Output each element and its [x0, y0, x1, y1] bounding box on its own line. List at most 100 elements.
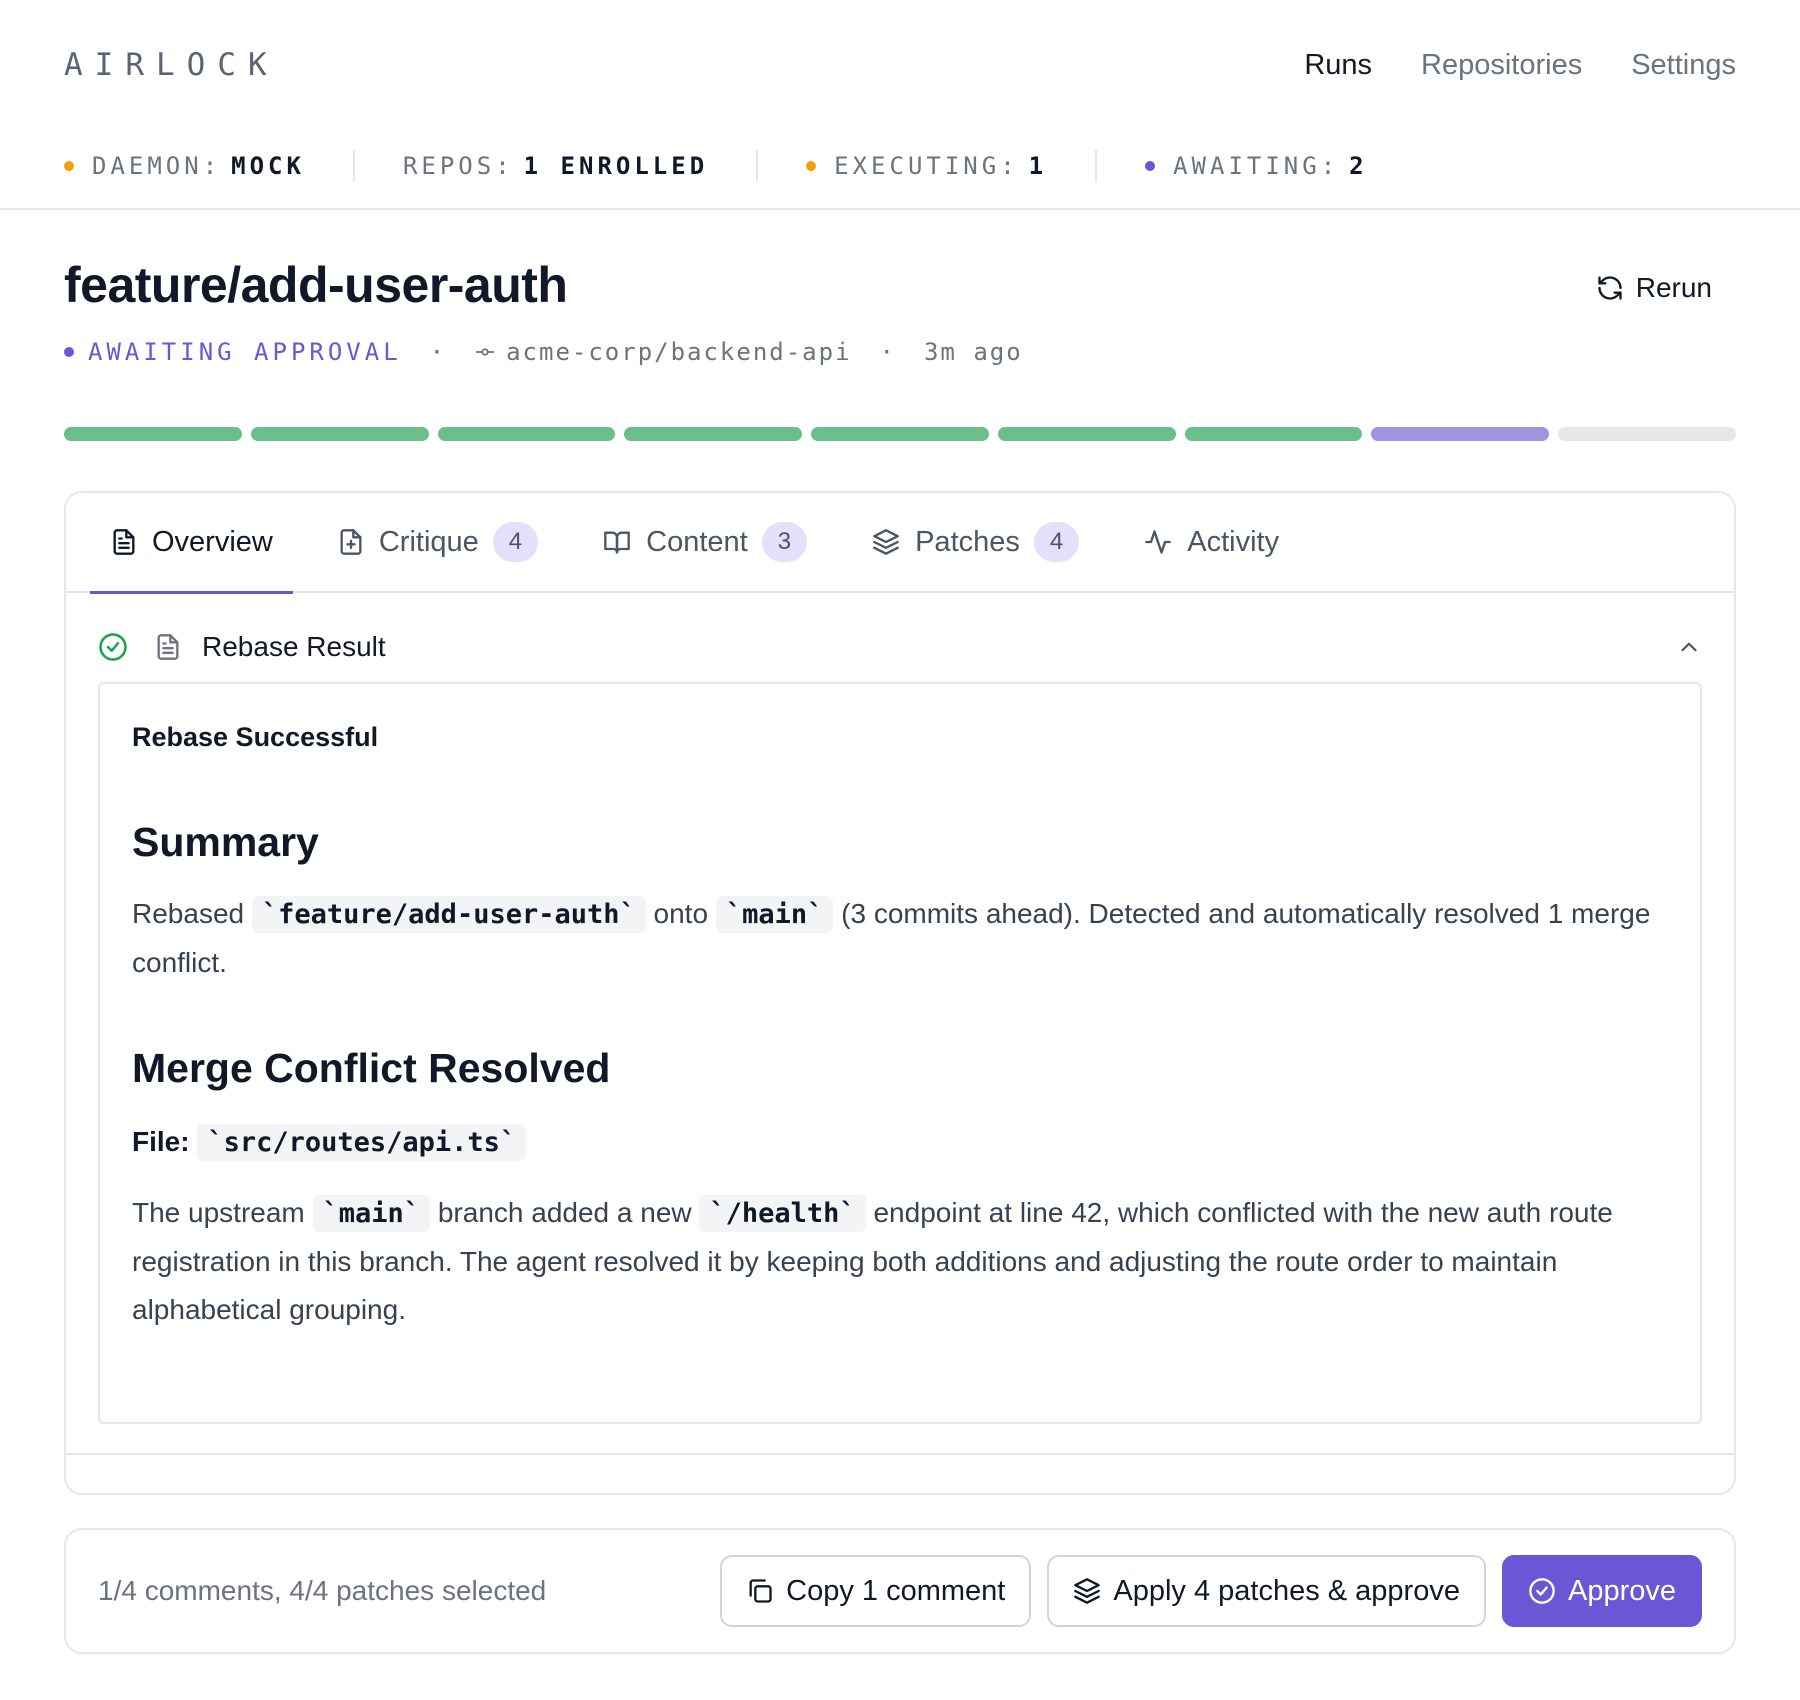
rebase-result-header[interactable]: Rebase Result	[98, 621, 1702, 673]
tab-label: Overview	[152, 525, 273, 558]
file-text-icon	[110, 528, 138, 556]
inline-code: `main`	[312, 1195, 431, 1232]
progress-step-pending	[1558, 427, 1737, 441]
progress-step-completed	[624, 427, 803, 441]
tab-patches[interactable]: Patches 4	[851, 492, 1099, 592]
approve-button[interactable]: Approve	[1501, 1555, 1702, 1627]
inline-code: `main`	[715, 896, 834, 933]
status-separator	[1095, 150, 1098, 182]
state-dot	[64, 347, 74, 357]
nav-repositories[interactable]: Repositories	[1421, 49, 1582, 82]
conflict-detail: The upstream `main` branch added a new `…	[132, 1189, 1668, 1334]
check-circle-icon	[98, 632, 128, 662]
awaiting-value: 2	[1349, 152, 1368, 180]
pipeline-progress	[64, 427, 1737, 441]
detail-pre: The upstream	[132, 1197, 305, 1228]
tab-label: Content	[646, 525, 748, 558]
status-separator	[352, 150, 355, 182]
daemon-value: MOCK	[231, 152, 305, 180]
run-age: 3m ago	[923, 338, 1023, 366]
file-label: File:	[132, 1126, 190, 1157]
daemon-status-dot	[64, 161, 74, 171]
chevron-up-icon[interactable]	[1676, 634, 1702, 660]
summary-mid: onto	[653, 898, 709, 929]
status-executing: EXECUTING: 1	[806, 152, 1047, 180]
document-icon	[154, 632, 182, 662]
status-awaiting: AWAITING: 2	[1145, 152, 1368, 180]
executing-status-dot	[806, 161, 817, 171]
rebase-result-panel: Rebase Successful Summary Rebased `featu…	[98, 682, 1702, 1424]
inline-code: `/health`	[699, 1195, 866, 1232]
rerun-label: Rerun	[1635, 272, 1712, 303]
inline-code: `feature/add-user-auth`	[251, 896, 646, 933]
summary-pre: Rebased	[132, 898, 245, 929]
repos-value: 1 ENROLLED	[523, 152, 709, 180]
file-line: File: `src/routes/api.ts`	[132, 1118, 1668, 1167]
git-commit-icon	[474, 341, 496, 363]
approve-label: Approve	[1567, 1574, 1676, 1607]
nav-settings[interactable]: Settings	[1631, 49, 1736, 82]
layers-icon	[871, 528, 901, 556]
action-bar: 1/4 comments, 4/4 patches selected Copy …	[64, 1528, 1736, 1654]
run-title: feature/add-user-auth	[64, 257, 568, 313]
count-badge: 4	[492, 522, 539, 562]
activity-icon	[1143, 528, 1173, 556]
repos-label: REPOS:	[402, 152, 514, 180]
progress-step-completed	[1184, 427, 1363, 441]
tab-overview[interactable]: Overview	[90, 492, 293, 594]
status-daemon: DAEMON: MOCK	[64, 152, 305, 180]
executing-value: 1	[1028, 152, 1048, 180]
inline-code: `src/routes/api.ts`	[197, 1124, 527, 1161]
refresh-icon	[1596, 274, 1624, 302]
count-badge: 3	[761, 522, 808, 562]
summary-text: Rebased `feature/add-user-auth` onto `ma…	[132, 890, 1668, 987]
progress-step-completed	[811, 427, 989, 441]
tab-critique[interactable]: Critique 4	[317, 492, 558, 592]
file-plus-icon	[337, 528, 365, 556]
run-state-badge: AWAITING APPROVAL	[64, 338, 402, 366]
main-nav: Runs Repositories Settings	[1304, 49, 1736, 82]
check-circle-icon	[1528, 1577, 1556, 1605]
conflict-heading: Merge Conflict Resolved	[132, 1045, 611, 1091]
progress-step-current	[1371, 427, 1550, 441]
brand-logo[interactable]: AIRLOCK	[64, 47, 279, 83]
copy-label: Copy 1 comment	[786, 1574, 1006, 1607]
daemon-label: DAEMON:	[92, 152, 222, 180]
apply-label: Apply 4 patches & approve	[1113, 1574, 1460, 1607]
tab-content[interactable]: Content 3	[582, 492, 827, 592]
layers-icon	[1073, 1577, 1101, 1605]
status-bar: DAEMON: MOCK REPOS: 1 ENROLLED EXECUTING…	[64, 148, 1368, 184]
action-buttons: Copy 1 comment Apply 4 patches & approve…	[720, 1555, 1702, 1627]
awaiting-status-dot	[1145, 161, 1156, 171]
copy-icon	[746, 1577, 774, 1605]
nav-runs[interactable]: Runs	[1304, 49, 1372, 82]
card-divider	[66, 1453, 1734, 1455]
tab-label: Patches	[915, 525, 1020, 558]
run-state: AWAITING APPROVAL	[88, 338, 402, 366]
selection-summary: 1/4 comments, 4/4 patches selected	[98, 1575, 547, 1606]
rerun-button[interactable]: Rerun	[1596, 272, 1712, 304]
tab-activity[interactable]: Activity	[1123, 492, 1299, 592]
status-repos: REPOS: 1 ENROLLED	[403, 152, 708, 180]
tab-label: Activity	[1187, 525, 1280, 558]
executing-label: EXECUTING:	[834, 152, 1019, 180]
repo-name: acme-corp/backend-api	[506, 338, 852, 366]
copy-comment-button[interactable]: Copy 1 comment	[720, 1555, 1032, 1627]
count-badge: 4	[1033, 522, 1080, 562]
progress-step-completed	[997, 427, 1176, 441]
repo-link[interactable]: acme-corp/backend-api	[474, 338, 851, 366]
tab-bar: Overview Critique 4 Content 3 Patches 4	[66, 492, 1734, 594]
top-bar: AIRLOCK Runs Repositories Settings	[64, 40, 1736, 90]
detail-mid: branch added a new	[437, 1197, 692, 1228]
run-meta: AWAITING APPROVAL · acme-corp/backend-ap…	[64, 338, 1023, 366]
summary-heading: Summary	[132, 819, 319, 865]
header-divider	[0, 208, 1800, 210]
tab-label: Critique	[378, 525, 479, 558]
book-open-icon	[602, 528, 632, 556]
section-title: Rebase Result	[202, 631, 386, 662]
meta-separator: ·	[429, 338, 447, 366]
status-separator	[756, 150, 759, 182]
awaiting-label: AWAITING:	[1173, 152, 1340, 180]
apply-patches-button[interactable]: Apply 4 patches & approve	[1047, 1555, 1486, 1627]
progress-step-completed	[64, 427, 242, 441]
